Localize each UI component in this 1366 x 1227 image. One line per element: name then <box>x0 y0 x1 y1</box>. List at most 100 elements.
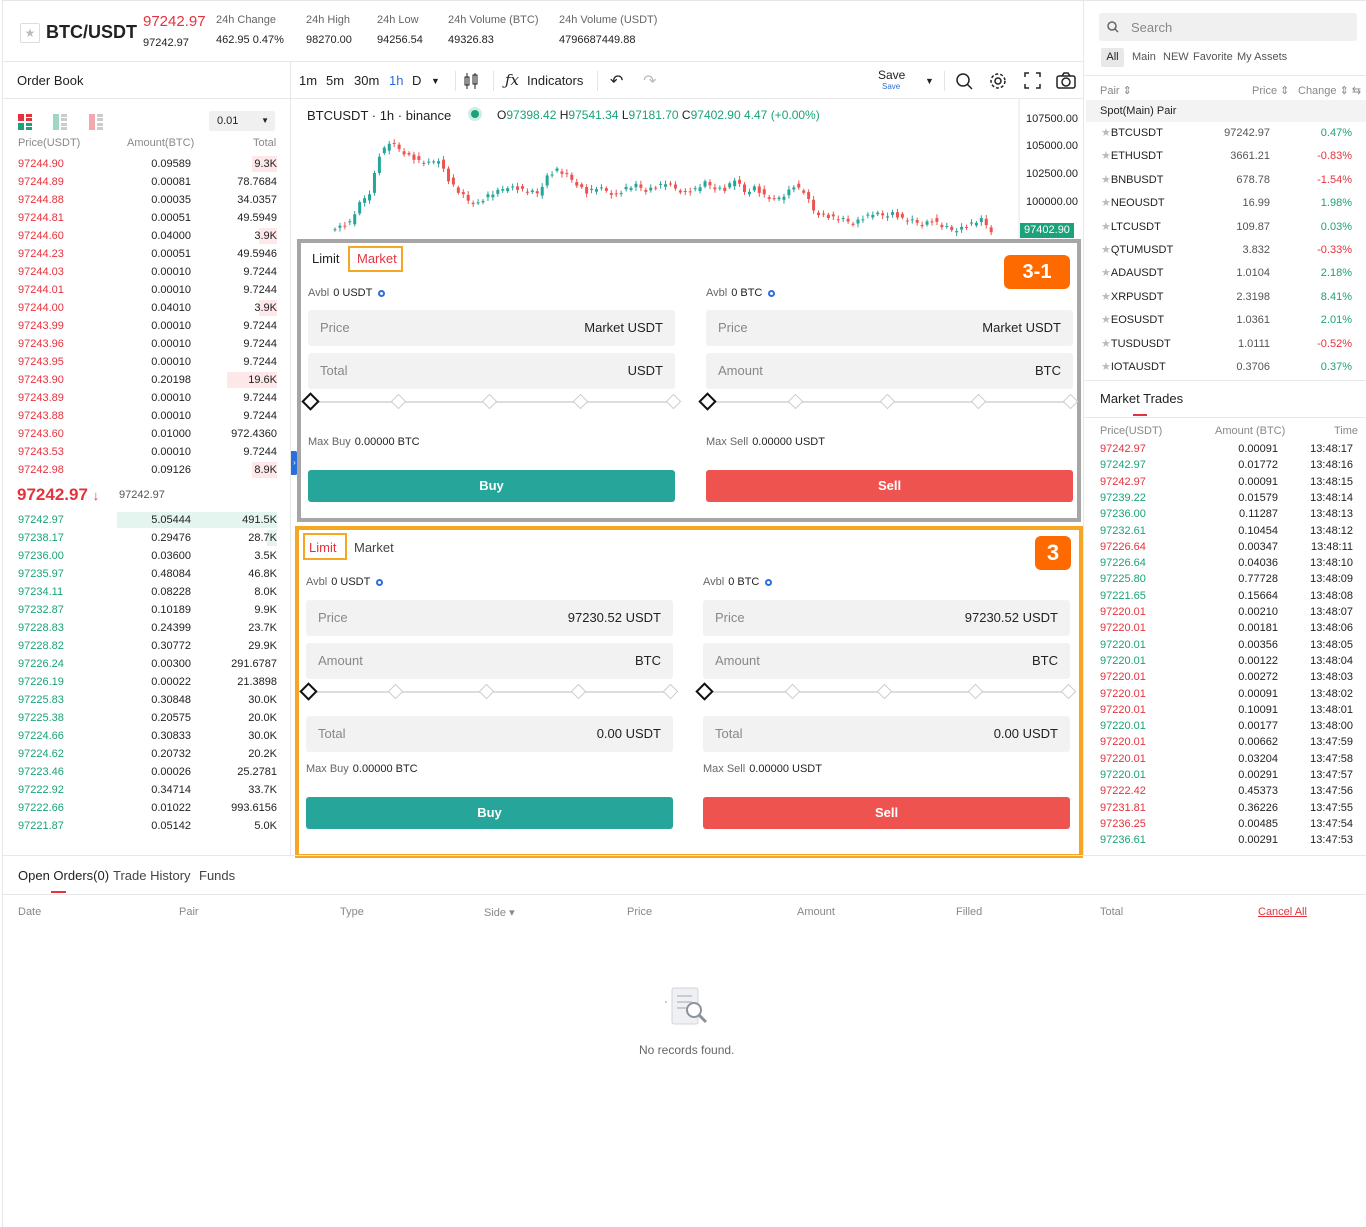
book-asks-icon[interactable] <box>89 114 103 133</box>
interval-1h[interactable]: 1h <box>389 73 403 88</box>
pair-tab-new[interactable]: NEW <box>1163 51 1189 63</box>
ask-row[interactable]: 97244.90 0.09589 9.3K <box>17 155 277 173</box>
bid-row[interactable]: 97228.83 0.24399 23.7K <box>17 619 277 637</box>
gear-icon[interactable] <box>989 72 1007 93</box>
precision-select[interactable]: 0.01 ▼ <box>209 111 275 131</box>
bid-row[interactable]: 97236.00 0.03600 3.5K <box>17 547 277 565</box>
candles-icon[interactable] <box>464 72 478 93</box>
ask-row[interactable]: 97243.60 0.01000 972.4360 <box>17 425 277 443</box>
star-icon[interactable]: ★ <box>1101 314 1111 326</box>
tab-open-orders[interactable]: Open Orders(0) <box>18 868 109 883</box>
transfer-icon[interactable] <box>376 578 384 586</box>
star-icon[interactable]: ★ <box>1101 127 1111 139</box>
amount-field[interactable]: Amount BTC <box>306 643 673 679</box>
total-field[interactable]: Total USDT <box>308 353 675 389</box>
ask-row[interactable]: 97244.60 0.04000 3.9K <box>17 227 277 245</box>
interval-30m[interactable]: 30m <box>354 73 379 88</box>
tab-limit[interactable]: Limit <box>312 251 339 266</box>
ask-row[interactable]: 97244.81 0.00051 49.5949 <box>17 209 277 227</box>
ask-row[interactable]: 97244.03 0.00010 9.7244 <box>17 263 277 281</box>
pair-row[interactable]: ★LTCUSDT 109.87 0.03% <box>1098 216 1356 239</box>
sell-button[interactable]: Sell <box>706 470 1073 502</box>
pair-tab-my-assets[interactable]: My Assets <box>1237 51 1287 63</box>
buy-button[interactable]: Buy <box>306 797 673 829</box>
star-icon[interactable]: ★ <box>1101 244 1111 256</box>
pair-row[interactable]: ★QTUMUSDT 3.832 -0.33% <box>1098 239 1356 262</box>
ask-row[interactable]: 97244.23 0.00051 49.5946 <box>17 245 277 263</box>
transfer-icon[interactable] <box>768 289 776 297</box>
bid-row[interactable]: 97242.97 5.05444 491.5K <box>17 511 277 529</box>
bid-row[interactable]: 97223.46 0.00026 25.2781 <box>17 763 277 781</box>
ask-row[interactable]: 97243.53 0.00010 9.7244 <box>17 443 277 461</box>
tab-funds[interactable]: Funds <box>199 868 235 883</box>
bid-row[interactable]: 97234.11 0.08228 8.0K <box>17 583 277 601</box>
bid-row[interactable]: 97221.87 0.05142 5.0K <box>17 817 277 835</box>
ask-row[interactable]: 97244.01 0.00010 9.7244 <box>17 281 277 299</box>
ask-row[interactable]: 97242.98 0.09126 8.9K <box>17 461 277 479</box>
col-price-sort[interactable]: Price ⇕ <box>1252 84 1289 97</box>
tab-market[interactable]: Market <box>357 251 397 266</box>
transfer-icon[interactable] <box>378 289 386 297</box>
book-bids-icon[interactable] <box>53 114 67 133</box>
pair-row[interactable]: ★BNBUSDT 678.78 -1.54% <box>1098 169 1356 192</box>
pair-row[interactable]: ★IOTAUSDT 0.3706 0.37% <box>1098 356 1356 379</box>
ask-row[interactable]: 97243.90 0.20198 19.6K <box>17 371 277 389</box>
ask-row[interactable]: 97243.99 0.00010 9.7244 <box>17 317 277 335</box>
fullscreen-icon[interactable] <box>1024 72 1041 92</box>
sell-button[interactable]: Sell <box>703 797 1070 829</box>
col-side[interactable]: Side ▾ <box>484 906 515 919</box>
price-field[interactable]: Price Market USDT <box>308 310 675 346</box>
bid-row[interactable]: 97224.66 0.30833 30.0K <box>17 727 277 745</box>
amount-field[interactable]: Amount BTC <box>706 353 1073 389</box>
bid-row[interactable]: 97225.38 0.20575 20.0K <box>17 709 277 727</box>
pair-tab-main[interactable]: Main <box>1132 51 1156 63</box>
star-icon[interactable]: ★ <box>1101 174 1111 186</box>
ask-row[interactable]: 97243.89 0.00010 9.7244 <box>17 389 277 407</box>
bid-row[interactable]: 97235.97 0.48084 46.8K <box>17 565 277 583</box>
pair-row[interactable]: ★NEOUSDT 16.99 1.98% <box>1098 192 1356 215</box>
undo-icon[interactable]: ↶ <box>610 71 623 91</box>
bid-row[interactable]: 97232.87 0.10189 9.9K <box>17 601 277 619</box>
star-icon[interactable]: ★ <box>1101 267 1111 279</box>
bid-row[interactable]: 97222.92 0.34714 33.7K <box>17 781 277 799</box>
pair-tab-all[interactable]: All <box>1101 48 1124 67</box>
save-button[interactable]: Save <box>878 68 905 82</box>
pair-row[interactable]: ★ETHUSDT 3661.21 -0.83% <box>1098 145 1356 168</box>
buy-button[interactable]: Buy <box>308 470 675 502</box>
search-input[interactable]: Search <box>1099 13 1357 41</box>
bid-row[interactable]: 97224.62 0.20732 20.2K <box>17 745 277 763</box>
amount-field[interactable]: Amount BTC <box>703 643 1070 679</box>
tab-limit[interactable]: Limit <box>309 540 336 555</box>
bid-row[interactable]: 97226.19 0.00022 21.3898 <box>17 673 277 691</box>
redo-icon[interactable]: ↷ <box>643 71 656 91</box>
ask-row[interactable]: 97244.89 0.00081 78.7684 <box>17 173 277 191</box>
bid-row[interactable]: 97228.82 0.30772 29.9K <box>17 637 277 655</box>
star-icon[interactable]: ★ <box>1101 361 1111 373</box>
col-change-sort[interactable]: Change ⇕ ⇆ <box>1298 84 1361 97</box>
ask-row[interactable]: 97243.96 0.00010 9.7244 <box>17 335 277 353</box>
col-pair-sort[interactable]: Pair ⇕ <box>1100 84 1132 97</box>
interval-5m[interactable]: 5m <box>326 73 344 88</box>
chevron-down-icon[interactable]: ▼ <box>431 76 440 86</box>
price-chart[interactable]: BTCUSDT · 1h · binance O97398.42 H97541.… <box>291 99 1083 241</box>
pair-tab-favorite[interactable]: Favorite <box>1193 51 1233 63</box>
total-field[interactable]: Total 0.00 USDT <box>703 716 1070 752</box>
quick-search-icon[interactable] <box>955 72 973 93</box>
indicators-button[interactable]: Indicators <box>527 73 583 88</box>
interval-1m[interactable]: 1m <box>299 73 317 88</box>
star-icon[interactable]: ★ <box>1101 150 1111 162</box>
bid-row[interactable]: 97226.24 0.00300 291.6787 <box>17 655 277 673</box>
ask-row[interactable]: 97244.88 0.00035 34.0357 <box>17 191 277 209</box>
price-field[interactable]: Price 97230.52 USDT <box>306 600 673 636</box>
price-field[interactable]: Price 97230.52 USDT <box>703 600 1070 636</box>
ask-row[interactable]: 97243.88 0.00010 9.7244 <box>17 407 277 425</box>
favorite-star-icon[interactable]: ★ <box>20 23 40 43</box>
star-icon[interactable]: ★ <box>1101 221 1111 233</box>
transfer-icon[interactable] <box>765 578 773 586</box>
price-field[interactable]: Price Market USDT <box>706 310 1073 346</box>
star-icon[interactable]: ★ <box>1101 197 1111 209</box>
total-field[interactable]: Total 0.00 USDT <box>306 716 673 752</box>
bid-row[interactable]: 97222.66 0.01022 993.6156 <box>17 799 277 817</box>
chevron-down-icon[interactable]: ▼ <box>925 76 934 86</box>
interval-d[interactable]: D <box>412 73 421 88</box>
